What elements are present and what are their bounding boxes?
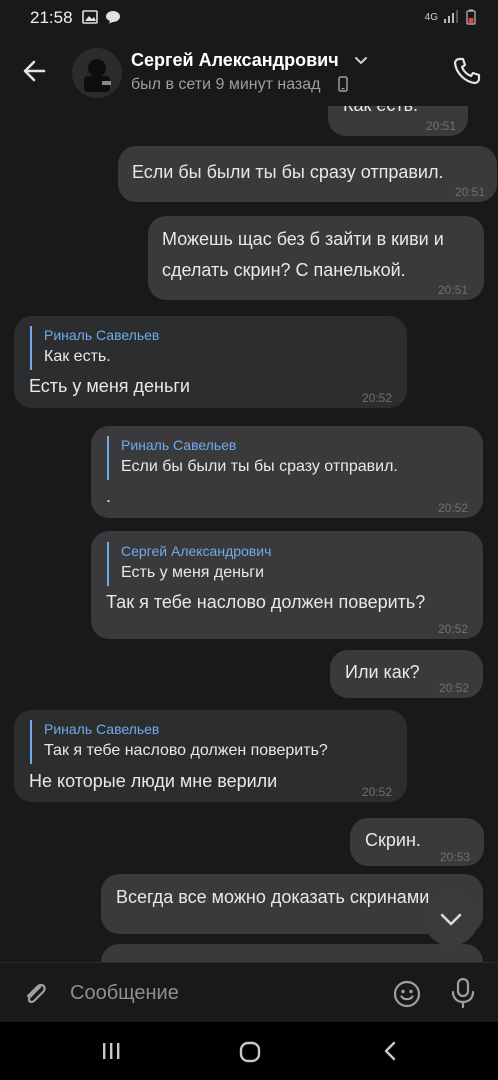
message-text: Так я тебе наслово должен поверить?: [106, 592, 426, 612]
message-text: Если бы были ты бы сразу отправил.: [132, 162, 444, 182]
message-text: Всегда все можно доказать скринами: [116, 887, 430, 907]
signal-icon: [444, 10, 458, 23]
reply-text: Так я тебе наслово должен поверить?: [44, 742, 328, 759]
message-time: 20:52: [437, 622, 468, 636]
message-text: Как есть.: [343, 106, 418, 121]
message-bubble[interactable]: Сергей Александрович Есть у меня деньги …: [91, 531, 483, 639]
network-type: 4G: [424, 11, 438, 23]
reply-author: Риналь Савельев: [44, 327, 160, 343]
status-bar: 21:58 4G: [0, 0, 498, 36]
chat-bubble-icon: [106, 11, 120, 24]
message-text: .: [106, 486, 112, 506]
paperclip-icon[interactable]: [20, 979, 50, 1009]
back-button[interactable]: [18, 54, 52, 88]
reply-quote[interactable]: Риналь Савельев Если бы были ты бы сразу…: [107, 436, 398, 480]
message-time: 20:52: [437, 501, 468, 515]
message-time: 20:52: [361, 391, 392, 405]
reply-text: Есть у меня деньги: [121, 564, 265, 581]
smile-icon[interactable]: [392, 979, 422, 1009]
chat-header: Сергей Александрович был в сети 9 минут …: [0, 36, 498, 106]
message-bubble[interactable]: [101, 944, 483, 962]
reply-text: Как есть.: [44, 348, 111, 365]
message-text: Не которые люди мне верили: [29, 771, 278, 791]
call-button[interactable]: [450, 54, 484, 88]
contact-name[interactable]: Сергей Александрович: [131, 50, 339, 71]
message-composer: [0, 962, 498, 1023]
message-text: Или как?: [345, 662, 420, 682]
message-text: Можешь щас без б зайти в киви и сделать …: [162, 229, 444, 280]
message-bubble[interactable]: Риналь Савельев Если бы были ты бы сразу…: [91, 426, 483, 518]
reply-author: Риналь Савельев: [44, 721, 160, 737]
chevron-down-icon: [440, 913, 462, 926]
message-bubble[interactable]: Риналь Савельев Так я тебе наслово долже…: [14, 710, 407, 802]
gallery-icon: [82, 10, 98, 24]
system-navigation-bar: [0, 1022, 498, 1080]
message-input[interactable]: [70, 979, 370, 1007]
reply-quote[interactable]: Сергей Александрович Есть у меня деньги: [107, 542, 271, 586]
message-bubble[interactable]: Можешь щас без б зайти в киви и сделать …: [148, 216, 484, 300]
message-time: 20:52: [438, 681, 469, 695]
message-bubble[interactable]: Если бы были ты бы сразу отправил. 20:51: [118, 146, 497, 202]
reply-author: Сергей Александрович: [121, 543, 272, 559]
recent-apps-icon[interactable]: [100, 1040, 122, 1062]
message-bubble[interactable]: Или как? 20:52: [330, 650, 483, 698]
message-time: 20:51: [454, 185, 485, 199]
reply-quote[interactable]: Риналь Савельев Так я тебе наслово долже…: [30, 720, 328, 764]
home-icon[interactable]: [238, 1040, 262, 1064]
mobile-phone-icon: [338, 76, 348, 92]
message-bubble[interactable]: Риналь Савельев Как есть. Есть у меня де…: [14, 316, 407, 408]
message-text: Есть у меня деньги: [29, 376, 190, 396]
message-time: 20:51: [425, 119, 456, 133]
reply-text: Если бы были ты бы сразу отправил.: [121, 458, 398, 475]
message-text: Скрин.: [365, 830, 421, 850]
chevron-down-icon[interactable]: [354, 56, 368, 66]
message-bubble[interactable]: Скрин. 20:53: [350, 818, 484, 866]
status-time: 21:58: [30, 8, 73, 27]
avatar[interactable]: [72, 48, 122, 98]
microphone-icon[interactable]: [450, 977, 476, 1009]
arrow-left-icon: [23, 60, 46, 82]
battery-icon: [466, 9, 476, 25]
message-bubble[interactable]: Как есть. 20:51: [328, 106, 468, 136]
message-list[interactable]: Как есть. 20:51 Если бы были ты бы сразу…: [0, 106, 498, 962]
avatar-image: [72, 48, 122, 98]
back-nav-icon[interactable]: [380, 1040, 402, 1062]
contact-status: был в сети 9 минут назад: [131, 76, 321, 93]
reply-quote[interactable]: Риналь Савельев Как есть.: [30, 326, 159, 370]
message-time: 20:53: [439, 850, 470, 864]
scroll-down-button[interactable]: [424, 892, 478, 946]
message-time: 20:51: [437, 283, 468, 297]
phone-icon: [453, 57, 481, 85]
message-time: 20:52: [361, 785, 392, 799]
reply-author: Риналь Савельев: [121, 437, 237, 453]
